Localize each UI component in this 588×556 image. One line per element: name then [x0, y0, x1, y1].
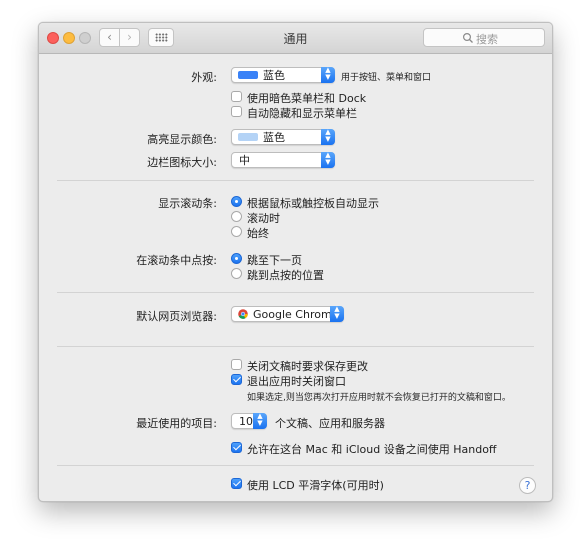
title-bar: ‹ › 通用 搜索 [39, 23, 552, 54]
separator [57, 465, 534, 466]
preferences-window: ‹ › 通用 搜索 外观: 蓝色 ▲ ▼ 用于按钮、菜单和窗口 使用暗色菜单栏和 … [38, 22, 553, 502]
scrollbars-option-auto-radio[interactable] [231, 196, 242, 207]
appearance-suffix: 用于按钮、菜单和窗口 [341, 73, 432, 83]
handoff-label: 允许在这台 Mac 和 iCloud 设备之间使用 Handoff [247, 443, 497, 456]
handoff-checkbox[interactable] [231, 442, 242, 453]
separator [57, 346, 534, 347]
highlight-popup[interactable]: 蓝色 ▲ ▼ [231, 129, 335, 145]
popup-arrows-icon: ▲ ▼ [321, 152, 335, 168]
appearance-value: 蓝色 [263, 69, 285, 82]
auto-hide-menu-checkbox[interactable] [231, 106, 242, 117]
popup-arrows-icon: ▲ ▼ [321, 129, 335, 145]
highlight-color-swatch [238, 133, 258, 141]
popup-arrows-icon: ▲ ▼ [330, 306, 344, 322]
sidebar-icon-size-value: 中 [239, 154, 250, 167]
scrollbars-label: 显示滚动条: [158, 197, 217, 210]
scroll-click-position: 跳到点按的位置 [247, 269, 324, 282]
highlight-label: 高亮显示颜色: [147, 133, 217, 146]
help-glyph: ? [524, 479, 531, 492]
scroll-click-next-page: 跳至下一页 [247, 254, 302, 267]
scroll-click-label: 在滚动条中点按: [136, 254, 217, 267]
close-windows-checkbox[interactable] [231, 374, 242, 385]
lcd-smoothing-label: 使用 LCD 平滑字体(可用时) [247, 479, 384, 492]
recent-items-popup[interactable]: 10 ▲ ▼ [231, 413, 267, 429]
highlight-value: 蓝色 [263, 131, 285, 144]
close-windows-label: 退出应用时关闭窗口 [247, 375, 346, 388]
help-button[interactable]: ? [519, 477, 536, 494]
default-browser-popup[interactable]: Google Chrome ▲ ▼ [231, 306, 344, 322]
ask-keep-changes-label: 关闭文稿时要求保存更改 [247, 360, 368, 373]
search-field[interactable]: 搜索 [423, 28, 545, 47]
separator [57, 292, 534, 293]
scroll-click-next-page-radio[interactable] [231, 253, 242, 264]
recent-items-value: 10 [239, 415, 253, 428]
dark-menu-checkbox[interactable] [231, 91, 242, 102]
popup-arrows-icon: ▲ ▼ [321, 67, 335, 83]
sidebar-icon-size-popup[interactable]: 中 ▲ ▼ [231, 152, 335, 168]
scrollbars-option-always: 始终 [247, 227, 269, 240]
close-windows-note: 如果选定,则当您再次打开应用时就不会恢复已打开的文稿和窗口。 [247, 393, 511, 403]
auto-hide-menu-label: 自动隐藏和显示菜单栏 [247, 107, 357, 120]
default-browser-value: Google Chrome [253, 308, 339, 321]
popup-arrows-icon: ▲ ▼ [253, 413, 267, 429]
scroll-click-position-radio[interactable] [231, 268, 242, 279]
search-icon [462, 32, 473, 43]
appearance-label: 外观: [191, 71, 217, 84]
sidebar-icon-size-label: 边栏图标大小: [147, 156, 217, 169]
scrollbars-option-scrolling: 滚动时 [247, 212, 280, 225]
separator [57, 180, 534, 181]
default-browser-label: 默认网页浏览器: [136, 310, 217, 323]
scrollbars-option-always-radio[interactable] [231, 226, 242, 237]
appearance-popup[interactable]: 蓝色 ▲ ▼ [231, 67, 335, 83]
ask-keep-changes-checkbox[interactable] [231, 359, 242, 370]
scrollbars-option-auto: 根据鼠标或触控板自动显示 [247, 197, 379, 210]
recent-items-suffix: 个文稿、应用和服务器 [275, 417, 385, 430]
recent-items-label: 最近使用的项目: [136, 417, 217, 430]
chrome-icon [238, 309, 248, 319]
search-placeholder: 搜索 [476, 33, 498, 46]
dark-menu-label: 使用暗色菜单栏和 Dock [247, 92, 367, 105]
lcd-smoothing-checkbox[interactable] [231, 478, 242, 489]
scrollbars-option-scrolling-radio[interactable] [231, 211, 242, 222]
appearance-color-swatch [238, 71, 258, 79]
